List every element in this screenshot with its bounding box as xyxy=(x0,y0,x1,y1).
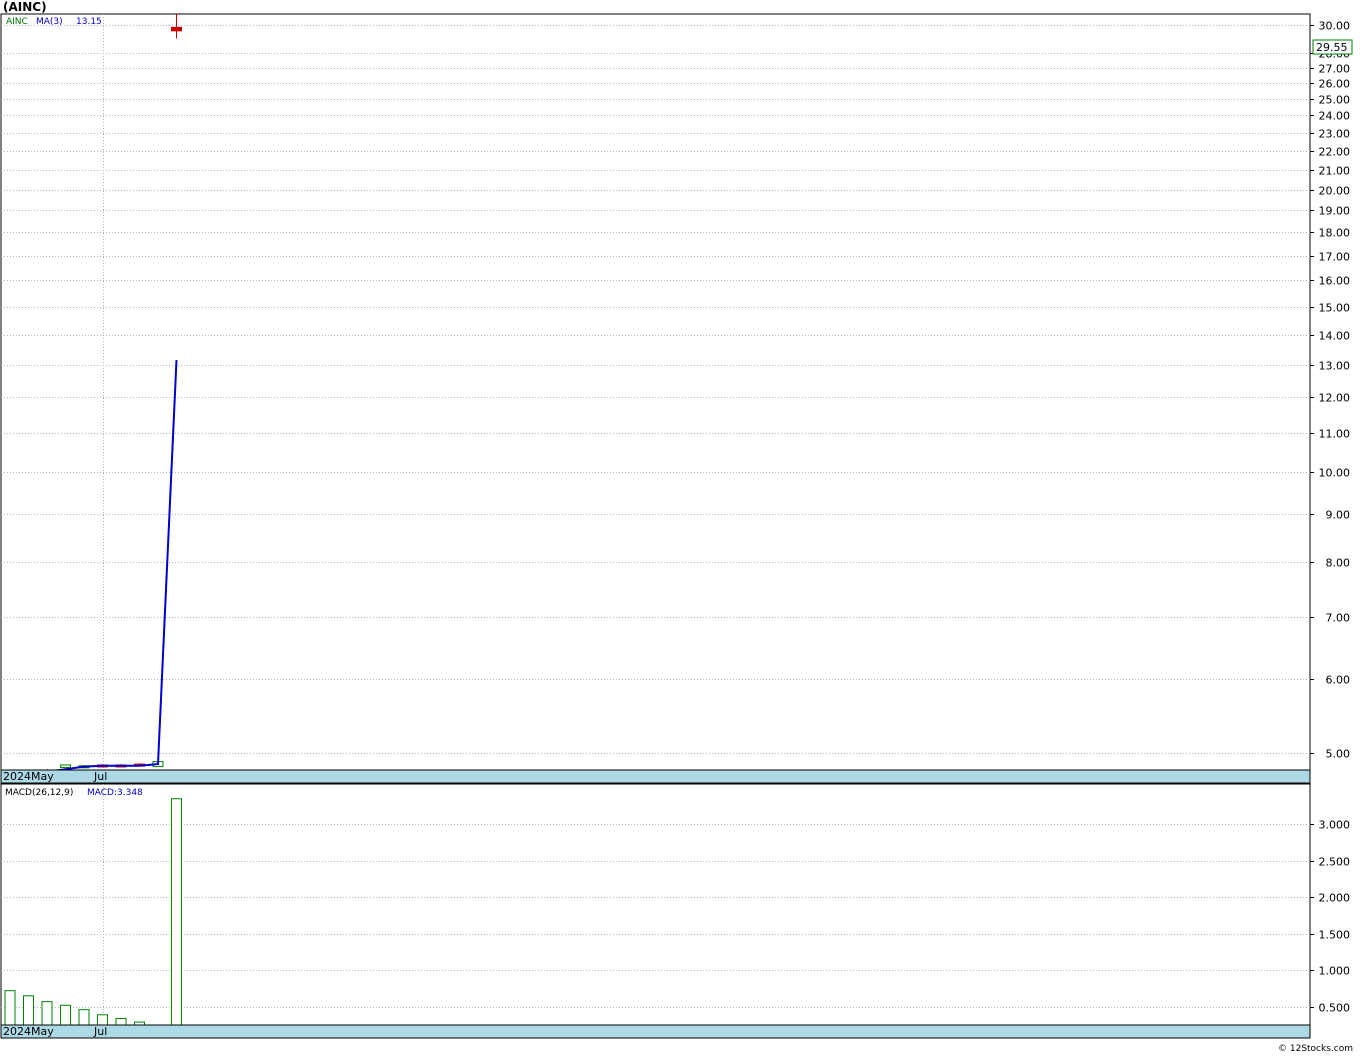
macd-tick-label-3: 1.500 xyxy=(1319,929,1351,942)
price-tick-label-2: 27.00 xyxy=(1319,63,1351,76)
macd-tick-label-2: 2.000 xyxy=(1319,892,1351,905)
price-tick-label-10: 19.00 xyxy=(1319,205,1351,218)
price-tick-label-19: 10.00 xyxy=(1319,467,1351,480)
price-tick-label-23: 6.00 xyxy=(1326,674,1351,687)
price-tick-label-3: 26.00 xyxy=(1319,78,1351,91)
price-tick-label-17: 12.00 xyxy=(1319,392,1351,405)
price-tick-label-16: 13.00 xyxy=(1319,360,1351,373)
price-tick-label-8: 21.00 xyxy=(1319,165,1351,178)
price-date-label-jul: Jul xyxy=(93,770,107,783)
price-tick-label-11: 18.00 xyxy=(1319,227,1351,240)
macd-bar-8 xyxy=(171,798,182,1026)
price-tick-label-24: 5.00 xyxy=(1326,748,1351,761)
macd-bar-2 xyxy=(41,1001,53,1026)
price-panel: 30.0028.0027.0026.0025.0024.0023.0022.00… xyxy=(0,13,1353,784)
macd-legend-label: MACD(26,12,9) xyxy=(5,788,73,798)
macd-bar-4 xyxy=(78,1009,90,1026)
legend-symbol: AINC xyxy=(6,17,28,27)
price-tick-label-20: 9.00 xyxy=(1326,509,1351,522)
macd-tick-label-0: 3.000 xyxy=(1319,819,1351,832)
chart-canvas: (AINC) 30.0028.0027.0026.0025.0024.0023.… xyxy=(0,0,1353,1054)
macd-date-strip xyxy=(0,1024,1311,1039)
price-tick-label-5: 24.00 xyxy=(1319,110,1351,123)
price-tick-label-22: 7.00 xyxy=(1326,612,1351,625)
macd-tick-label-5: 0.500 xyxy=(1319,1002,1351,1015)
macd-y-axis: 3.000 2.500 2.000 1.500 1.000 0.500 xyxy=(1310,819,1350,1015)
price-tick-label-12: 17.00 xyxy=(1319,251,1351,264)
current-price-label: 29.55 xyxy=(1316,41,1348,54)
candle-body-9 xyxy=(171,26,182,32)
watermark: © 12Stocks.com xyxy=(1278,1044,1353,1054)
macd-panel-frame xyxy=(0,783,1311,1026)
macd-bar-5 xyxy=(97,1014,108,1026)
macd-bar-0 xyxy=(4,990,16,1026)
macd-legend-value: MACD:3.348 xyxy=(87,788,143,798)
price-tick-label-7: 22.00 xyxy=(1319,146,1351,159)
price-tick-label-4: 25.00 xyxy=(1319,94,1351,107)
chart-title: (AINC) xyxy=(3,0,47,14)
candle-body-3 xyxy=(60,764,71,768)
legend-ma-label: MA(3) xyxy=(36,17,63,27)
price-panel-frame xyxy=(0,13,1311,771)
macd-date-label-may: 2024May xyxy=(3,1025,54,1038)
macd-bar-3 xyxy=(60,1004,71,1026)
macd-panel: 3.000 2.500 2.000 1.500 1.000 0.500 MACD(26,1… xyxy=(0,783,1350,1039)
price-tick-label-13: 16.00 xyxy=(1319,275,1351,288)
price-tick-label-0: 30.00 xyxy=(1319,20,1351,33)
legend-ma-value: 13.15 xyxy=(76,17,102,27)
price-tick-label-9: 20.00 xyxy=(1319,185,1351,198)
price-legend: AINC MA(3) 13.15 xyxy=(6,17,102,27)
macd-bar-6 xyxy=(115,1017,127,1026)
price-tick-label-21: 8.00 xyxy=(1326,557,1351,570)
price-tick-label-6: 23.00 xyxy=(1319,128,1351,141)
macd-bar-1 xyxy=(23,995,34,1026)
price-date-strip xyxy=(0,769,1311,784)
price-tick-label-15: 14.00 xyxy=(1319,330,1351,343)
macd-tick-label-4: 1.000 xyxy=(1319,965,1351,978)
current-price-box: 29.55 xyxy=(1312,39,1353,55)
macd-date-label-jul: Jul xyxy=(93,1025,107,1038)
price-y-axis: 30.0028.0027.0026.0025.0024.0023.0022.00… xyxy=(1310,20,1350,761)
price-tick-label-14: 15.00 xyxy=(1319,302,1351,315)
price-date-label-may: 2024May xyxy=(3,770,54,783)
macd-tick-label-1: 2.500 xyxy=(1319,856,1351,869)
price-tick-label-18: 11.00 xyxy=(1319,428,1351,441)
